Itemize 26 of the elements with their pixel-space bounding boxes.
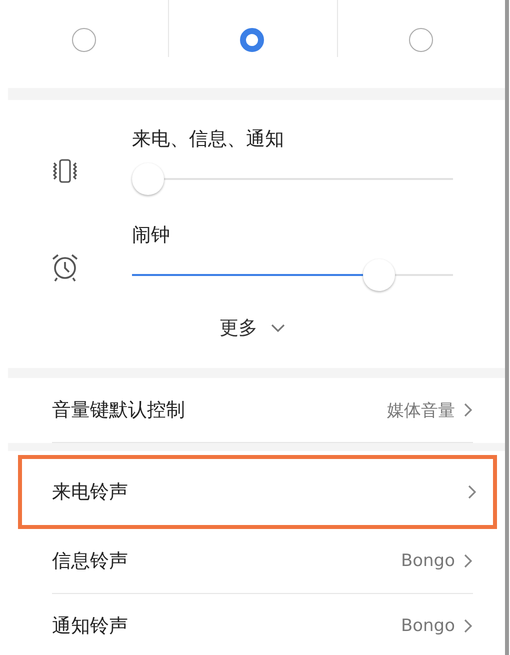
radio-button[interactable] — [408, 28, 433, 52]
chevron-right-icon — [463, 402, 473, 418]
radio-button[interactable] — [72, 28, 96, 52]
row-label: 通知铃声 — [52, 614, 128, 639]
volume-label: 闹钟 — [132, 223, 171, 248]
settings-row[interactable]: 来电铃声 — [18, 455, 497, 529]
volume-slider[interactable] — [132, 258, 453, 292]
chevron-right-icon — [463, 553, 473, 569]
settings-row[interactable]: 音量键默认控制 媒体音量 — [52, 378, 473, 443]
settings-row[interactable]: 通知铃声 Bongo — [52, 594, 473, 655]
row-label: 信息铃声 — [52, 549, 128, 574]
row-value: 媒体音量 — [387, 400, 455, 422]
chevron-down-icon — [270, 323, 286, 333]
row-value: Bongo — [400, 551, 455, 571]
settings-row[interactable]: 信息铃声 Bongo — [52, 529, 473, 594]
more-button[interactable]: 更多 — [214, 314, 292, 342]
chevron-right-icon — [467, 484, 477, 500]
row-label: 来电铃声 — [52, 480, 128, 505]
row-value: Bongo — [400, 616, 455, 636]
row-label: 音量键默认控制 — [52, 398, 185, 423]
vibrate-icon — [50, 158, 80, 184]
radio-button[interactable] — [240, 28, 264, 52]
volume-label: 来电、信息、通知 — [132, 127, 285, 152]
volume-slider[interactable] — [132, 162, 453, 196]
alarm-clock-icon — [50, 252, 80, 282]
chevron-right-icon — [463, 618, 473, 634]
